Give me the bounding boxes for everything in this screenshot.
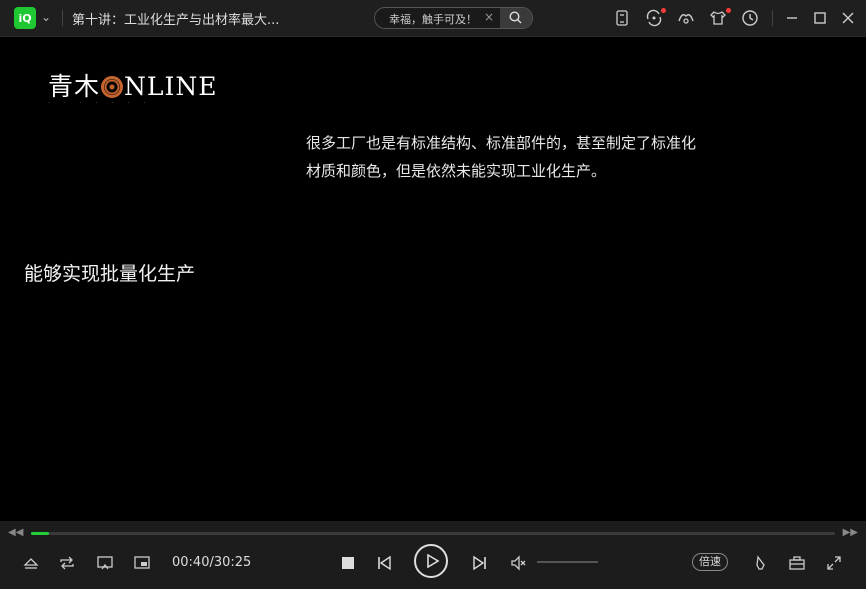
- watermark-wood-o-icon: [101, 76, 124, 98]
- play-button[interactable]: [414, 544, 448, 578]
- volume-slider[interactable]: [537, 561, 598, 563]
- eject-icon[interactable]: [22, 554, 40, 572]
- video-area[interactable]: 青木 NLINE ······· 很多工厂也是有标准结构、标准部件的，甚至制定了标…: [0, 37, 866, 521]
- watermark-suffix: NLINE: [124, 72, 218, 101]
- play-icon: [427, 554, 440, 568]
- search-icon: [509, 11, 522, 24]
- title-divider: [772, 10, 773, 26]
- search-button[interactable]: [500, 8, 532, 28]
- chevron-down-icon[interactable]: ⌄: [41, 10, 51, 24]
- search-box[interactable]: 幸福，触手可及！ ×: [374, 7, 533, 29]
- light-icon[interactable]: [752, 554, 770, 572]
- subtitle-caption: 能够实现批量化生产: [24, 263, 196, 285]
- seek-back-icon[interactable]: ◀◀: [8, 527, 23, 538]
- speed-button[interactable]: 倍速: [692, 553, 728, 571]
- progress-bar[interactable]: [31, 532, 835, 535]
- title-bar: iQ ⌄ 第十讲：工业化生产与出材率最大... 幸福，触手可及！ ×: [0, 0, 866, 37]
- phone-icon[interactable]: [613, 9, 631, 27]
- progress-row: ◀◀ ▶▶: [0, 521, 866, 546]
- picture-in-picture-icon[interactable]: [133, 554, 151, 572]
- skin-icon[interactable]: [709, 9, 727, 27]
- stop-icon[interactable]: [339, 554, 357, 572]
- next-icon[interactable]: [471, 554, 489, 572]
- control-bar: 00:40/30:25 倍速: [0, 544, 866, 589]
- search-input[interactable]: 幸福，触手可及！: [389, 11, 477, 27]
- watermark-logo: 青木 NLINE: [48, 67, 218, 103]
- close-icon[interactable]: [840, 10, 856, 26]
- seek-forward-icon[interactable]: ▶▶: [843, 527, 858, 538]
- vip-icon[interactable]: [677, 9, 695, 27]
- minimize-icon[interactable]: [784, 10, 800, 26]
- fullscreen-icon[interactable]: [825, 554, 843, 572]
- loop-icon[interactable]: [58, 554, 76, 572]
- app-logo[interactable]: iQ: [14, 7, 36, 29]
- title-divider: [62, 10, 63, 26]
- video-title: 第十讲：工业化生产与出材率最大...: [72, 13, 280, 28]
- search-clear-icon[interactable]: ×: [484, 10, 494, 24]
- notification-dot: [726, 8, 731, 13]
- progress-fill: [31, 532, 49, 535]
- previous-icon[interactable]: [375, 554, 393, 572]
- watermark-dots: ·······: [48, 100, 160, 107]
- refresh-icon[interactable]: [645, 9, 663, 27]
- time-display: 00:40/30:25: [172, 555, 252, 570]
- notification-dot: [661, 8, 666, 13]
- screen-cast-icon[interactable]: [96, 554, 114, 572]
- slide-text: 很多工厂也是有标准结构、标准部件的，甚至制定了标准化材质和颜色，但是依然未能实现…: [306, 134, 697, 180]
- history-icon[interactable]: [741, 9, 759, 27]
- mute-icon[interactable]: [510, 554, 528, 572]
- maximize-icon[interactable]: [812, 10, 828, 26]
- app-logo-text: iQ: [18, 11, 32, 25]
- toolbox-icon[interactable]: [788, 554, 806, 572]
- watermark-prefix: 青木: [48, 72, 101, 101]
